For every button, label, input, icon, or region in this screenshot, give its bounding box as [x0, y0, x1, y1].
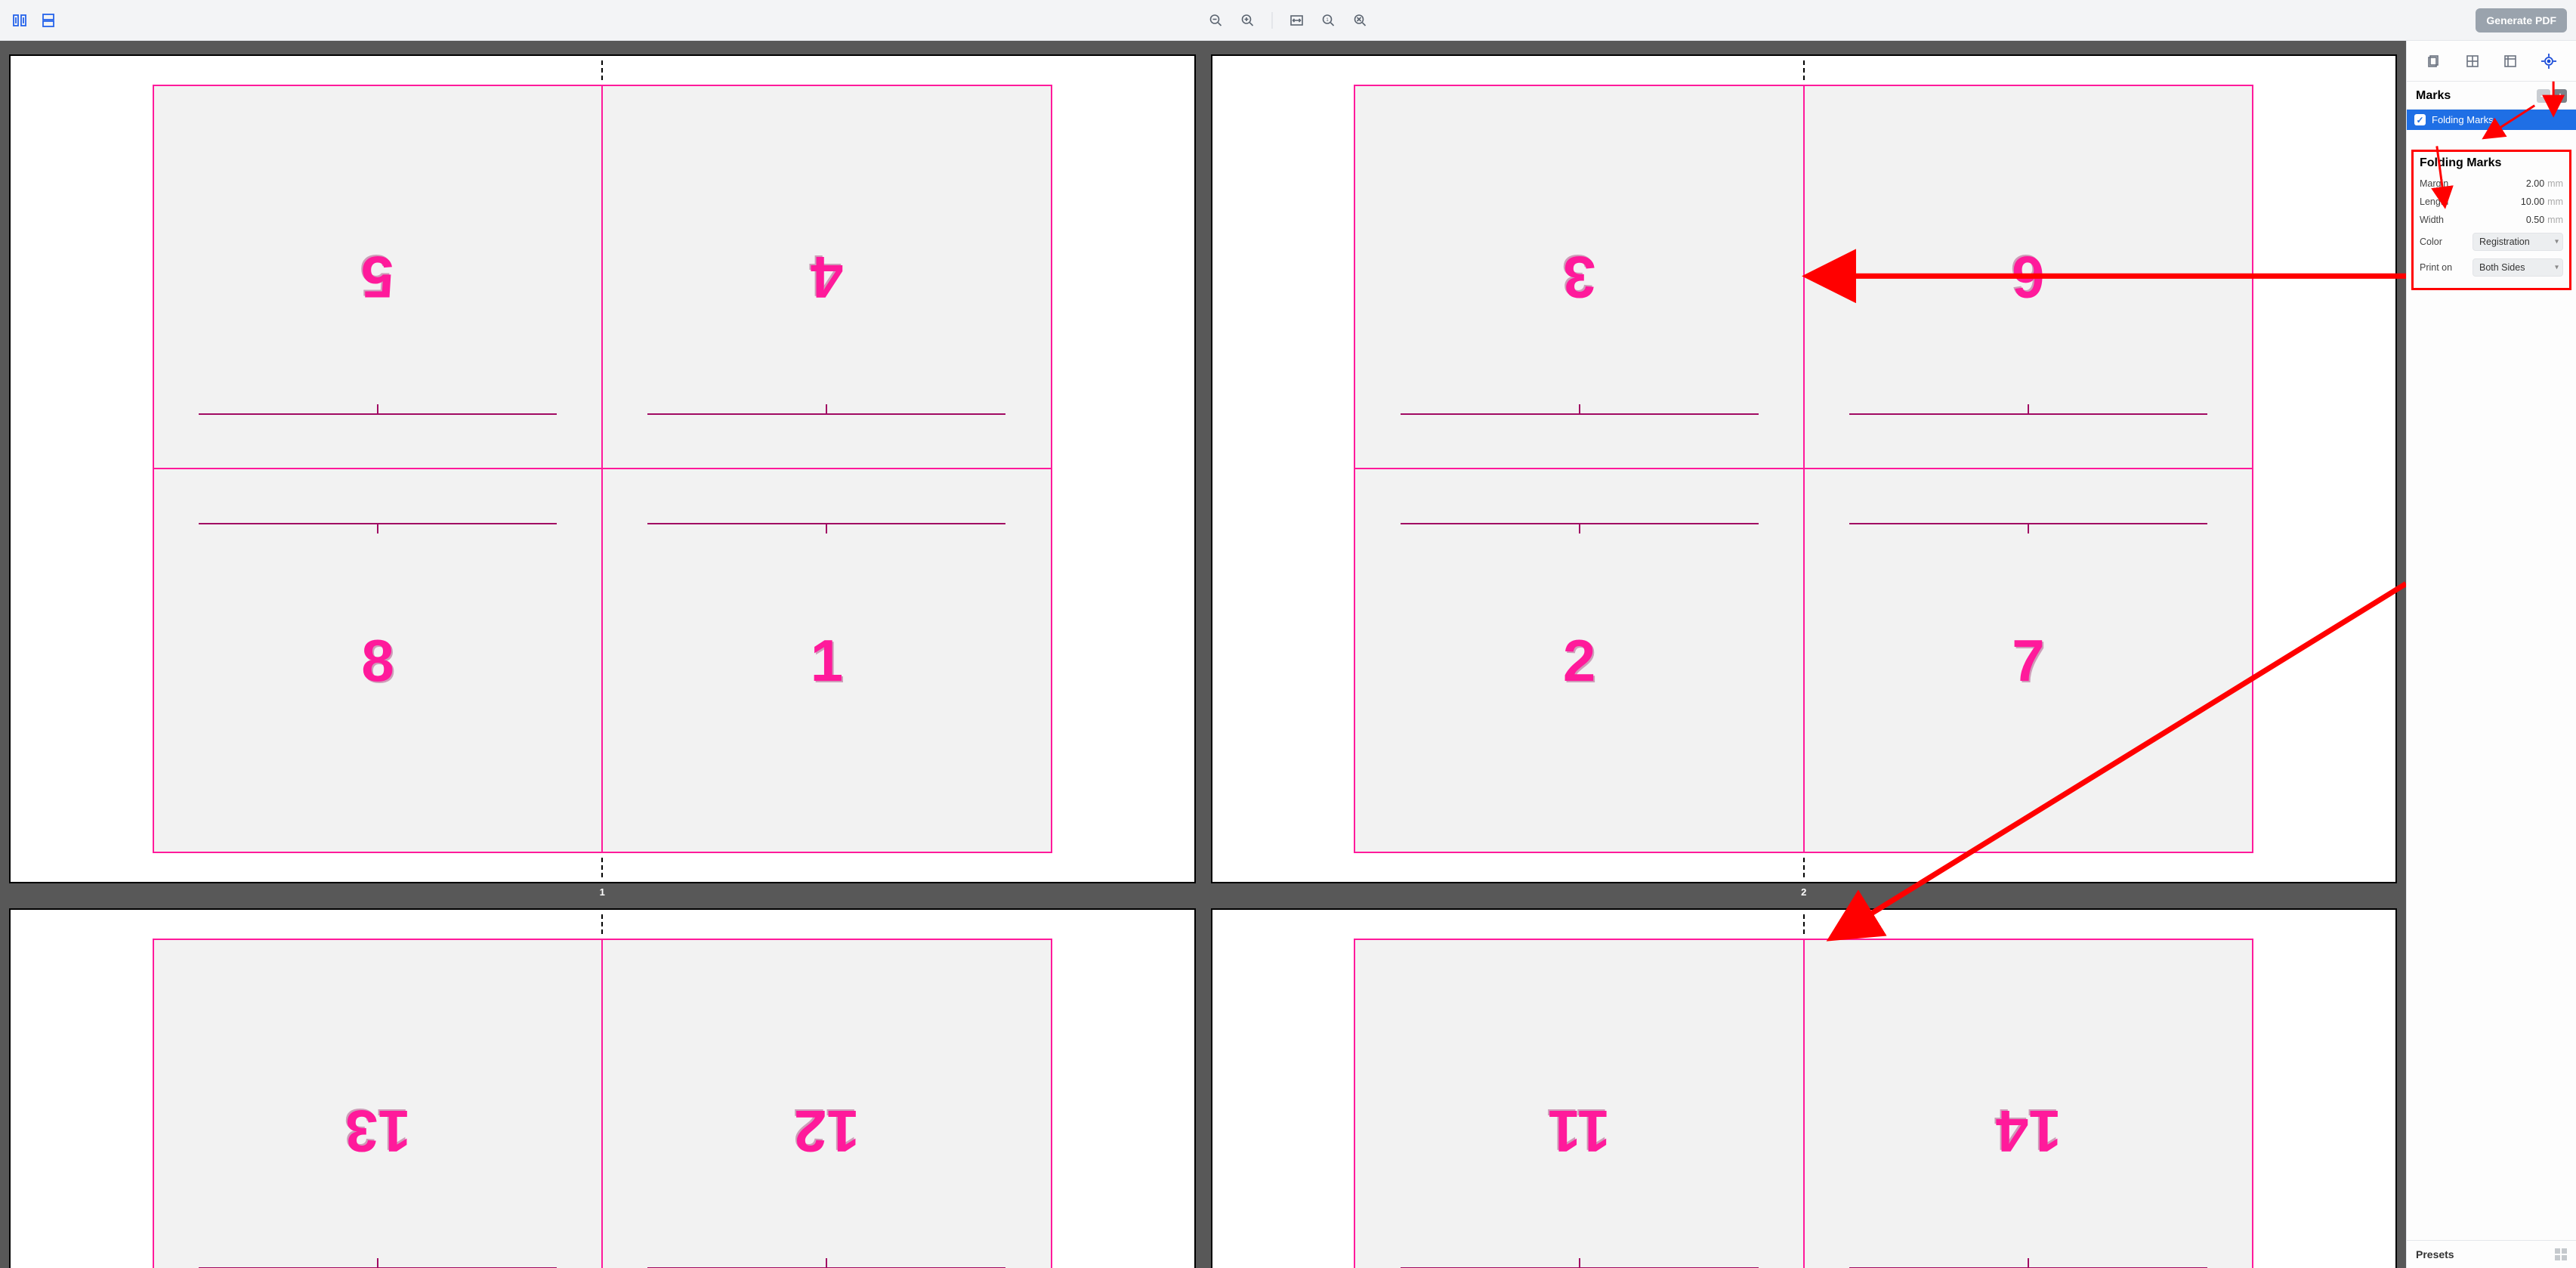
marks-panel-title: Marks: [2416, 89, 2451, 103]
page-cell: 3: [1354, 85, 1803, 469]
sheet-label: 1: [9, 883, 1196, 898]
preview-canvas[interactable]: 548113627213121114: [0, 41, 2406, 1268]
top-toolbar: 1 Generate PDF: [0, 0, 2576, 41]
imposition-sheet[interactable]: 5 4 8 1: [9, 54, 1196, 883]
sidebar-tabs: [2407, 41, 2576, 82]
page-number: 13: [345, 1102, 411, 1161]
fold-mark-top: [1803, 60, 1805, 80]
presets-grid-icon[interactable]: [2555, 1248, 2567, 1260]
right-sidebar: Marks − + Folding Marks Folding Marks Ma…: [2406, 41, 2576, 1268]
page-cell: 14: [1804, 939, 2253, 1268]
page-number: 2: [1563, 631, 1595, 690]
zoom-out-icon[interactable]: [1206, 10, 1227, 31]
generate-pdf-button[interactable]: Generate PDF: [2476, 8, 2567, 32]
page-number: 14: [1996, 1102, 2062, 1161]
imposition-view-a-icon[interactable]: [9, 10, 30, 31]
page-number: 4: [811, 248, 843, 307]
add-mark-button[interactable]: +: [2553, 89, 2567, 103]
page-number: 1: [811, 631, 843, 690]
fold-mark-top: [601, 60, 603, 80]
cell-baseline: [647, 523, 1005, 524]
mark-item-label: Folding Marks: [2432, 114, 2494, 125]
remove-mark-button[interactable]: −: [2537, 89, 2550, 103]
page-cell: 5: [153, 85, 602, 469]
cell-baseline: [1401, 413, 1759, 415]
sheet-label: 2: [1211, 883, 2398, 898]
page-number: 3: [1563, 248, 1595, 307]
imposition-sheet[interactable]: 3 6 2 7: [1211, 54, 2398, 883]
fold-mark-top: [601, 914, 603, 934]
page-cell: 8: [153, 469, 602, 852]
fit-width-icon[interactable]: [1286, 10, 1308, 31]
page-cell: 7: [1804, 469, 2253, 852]
folding-marks-details: Folding Marks Margin 2.00 mm Length 10.0…: [2411, 150, 2571, 290]
length-value[interactable]: 10.00: [2521, 196, 2544, 207]
fold-mark-top: [1803, 914, 1805, 934]
page-cell: 12: [602, 939, 1051, 1268]
tab-spacing-icon[interactable]: [2500, 51, 2521, 72]
cell-baseline: [1849, 413, 2207, 415]
imposition-sheet[interactable]: 11 14: [1211, 908, 2398, 1268]
page-number: 5: [361, 248, 394, 307]
row-margin: Margin 2.00 mm: [2420, 175, 2563, 193]
zoom-in-icon[interactable]: [1237, 10, 1259, 31]
row-print-on: Print on Both Sides: [2420, 255, 2563, 280]
cell-baseline: [199, 413, 557, 415]
print-on-select[interactable]: Both Sides: [2473, 258, 2563, 277]
cell-baseline: [1401, 523, 1759, 524]
imposition-view-b-icon[interactable]: [38, 10, 59, 31]
page-number: 7: [2012, 631, 2044, 690]
details-title: Folding Marks: [2420, 156, 2563, 170]
page-number: 6: [2012, 248, 2044, 307]
page-number: 11: [1548, 1102, 1610, 1161]
toolbar-divider: [1272, 12, 1273, 29]
margin-value[interactable]: 2.00: [2526, 178, 2544, 189]
page-number: 12: [794, 1102, 860, 1161]
mark-item-folding-marks[interactable]: Folding Marks: [2407, 110, 2576, 130]
color-select[interactable]: Registration: [2473, 233, 2563, 251]
row-width: Width 0.50 mm: [2420, 211, 2563, 229]
mark-item-checkbox[interactable]: [2414, 114, 2426, 125]
cell-baseline: [1849, 523, 2207, 524]
page-cell: 11: [1354, 939, 1803, 1268]
width-value[interactable]: 0.50: [2526, 215, 2544, 225]
fold-mark-bottom: [601, 858, 603, 877]
zoom-actual-icon[interactable]: 1: [1318, 10, 1339, 31]
tab-layout-icon[interactable]: [2462, 51, 2483, 72]
presets-bar[interactable]: Presets: [2407, 1240, 2576, 1268]
page-cell: 6: [1804, 85, 2253, 469]
row-length: Length 10.00 mm: [2420, 193, 2563, 211]
tab-pages-icon[interactable]: [2423, 51, 2445, 72]
fold-mark-bottom: [1803, 858, 1805, 877]
zoom-reset-icon[interactable]: [1350, 10, 1371, 31]
page-cell: 2: [1354, 469, 1803, 852]
row-color: Color Registration: [2420, 229, 2563, 255]
presets-label: Presets: [2416, 1248, 2454, 1260]
cell-baseline: [647, 413, 1005, 415]
tab-marks-icon[interactable]: [2538, 51, 2559, 72]
cell-baseline: [199, 523, 557, 524]
page-cell: 1: [602, 469, 1051, 852]
page-cell: 4: [602, 85, 1051, 469]
svg-text:1: 1: [1326, 18, 1329, 23]
page-number: 8: [361, 631, 394, 690]
marks-panel-header: Marks − +: [2407, 82, 2576, 110]
page-cell: 13: [153, 939, 602, 1268]
imposition-sheet[interactable]: 13 12: [9, 908, 1196, 1268]
